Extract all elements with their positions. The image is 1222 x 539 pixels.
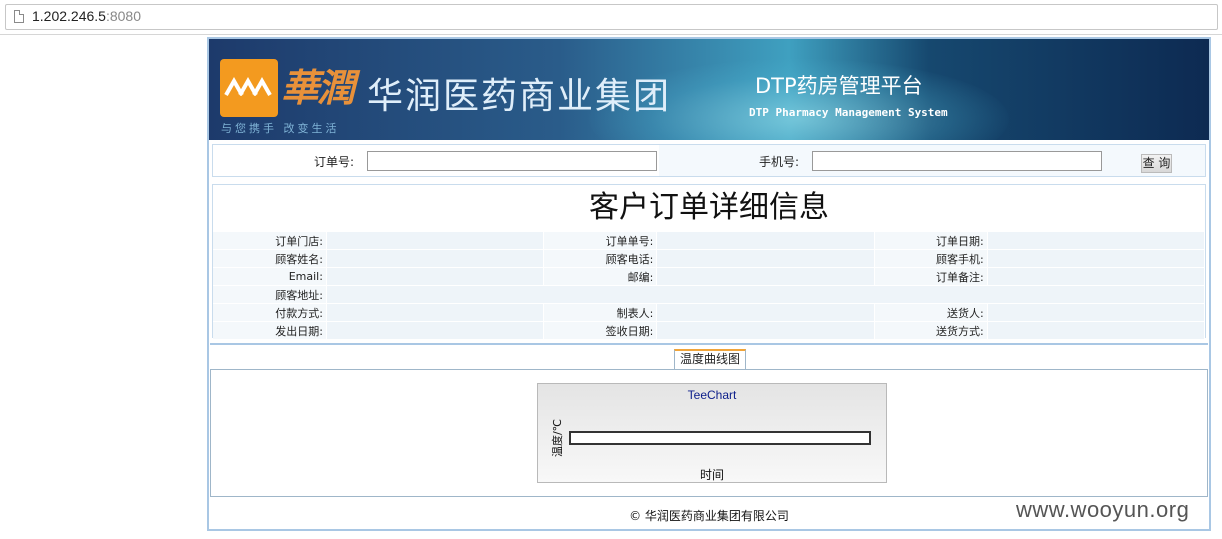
info-label: 制表人: <box>543 303 657 322</box>
info-value <box>325 285 1206 304</box>
search-bar: 订单号: 手机号: 查 询 <box>212 144 1206 177</box>
info-label: Email: <box>213 267 327 286</box>
info-value <box>986 249 1206 268</box>
info-label: 签收日期: <box>543 321 657 339</box>
query-button[interactable]: 查 询 <box>1141 154 1172 173</box>
info-value <box>325 267 545 286</box>
info-row: 顾客姓名: 顾客电话: 顾客手机: <box>213 249 1206 268</box>
info-label: 邮编: <box>543 267 657 286</box>
order-detail-panel: 客户订单详细信息 订单门店: 订单单号: 订单日期: 顾客姓名: 顾客电话: 顾客手机: E… <box>212 184 1206 339</box>
chart-x-axis-label: 时间 <box>699 468 724 482</box>
url-port: :8080 <box>105 8 142 24</box>
info-label: 顾客电话: <box>543 249 657 268</box>
info-value <box>986 267 1206 286</box>
watermark: www.wooyun.org <box>1016 497 1190 522</box>
chart-plot-area <box>569 431 871 445</box>
url-text[interactable]: 1.202.246.5:8080 <box>32 8 141 24</box>
browser-address-bar: 1.202.246.5:8080 <box>0 0 1222 35</box>
order-detail-title: 客户订单详细信息 <box>589 190 829 225</box>
info-label: 顾客姓名: <box>213 249 327 268</box>
info-row: Email: 邮编: 订单备注: <box>213 267 1206 286</box>
info-label: 顾客地址: <box>213 285 327 304</box>
info-value <box>325 231 545 250</box>
company-name: 华润医药商业集团 <box>367 76 672 117</box>
info-value <box>656 303 875 322</box>
info-value <box>986 231 1206 250</box>
logo-icon <box>220 59 278 117</box>
info-row: 付款方式: 制表人: 送货人: <box>213 303 1206 322</box>
info-row: 订单门店: 订单单号: 订单日期: <box>213 231 1206 250</box>
header-banner: 華潤 华润医药商业集团 与您携手 改变生活 DTP药房管理平台 DTP Phar… <box>209 39 1209 140</box>
info-value <box>325 321 545 339</box>
info-row: 顾客地址: <box>213 285 1206 304</box>
order-no-input[interactable] <box>367 151 657 171</box>
chart-title: TeeChart <box>687 388 737 402</box>
system-title: DTP药房管理平台 <box>755 74 923 98</box>
order-info-table: 订单门店: 订单单号: 订单日期: 顾客姓名: 顾客电话: 顾客手机: Email: 邮编: 订… <box>213 231 1206 339</box>
page-frame: 華潤 华润医药商业集团 与您携手 改变生活 DTP药房管理平台 DTP Phar… <box>207 37 1211 531</box>
info-value <box>325 249 545 268</box>
slogan: 与您携手 改变生活 <box>221 122 340 135</box>
phone-input[interactable] <box>812 151 1102 171</box>
tab-temperature-curve[interactable]: 温度曲线图 <box>674 349 746 369</box>
chart-y-axis-label-text: 温度/℃ <box>551 418 564 458</box>
info-label: 送货方式: <box>874 321 988 339</box>
section-divider <box>210 343 1208 345</box>
info-label: 订单门店: <box>213 231 327 250</box>
page-icon <box>14 10 24 23</box>
info-value <box>656 321 875 339</box>
info-value <box>986 303 1206 322</box>
info-label: 付款方式: <box>213 303 327 322</box>
order-no-label: 订单号: <box>314 155 355 169</box>
info-value <box>656 231 875 250</box>
tab-panel-temperature: TeeChart 温度/℃ 时间 <box>210 369 1208 497</box>
url-host: 1.202.246.5 <box>32 8 106 24</box>
logo-calligraphy: 華潤 <box>281 65 355 110</box>
info-label: 订单备注: <box>874 267 988 286</box>
info-label: 顾客手机: <box>874 249 988 268</box>
info-label: 订单单号: <box>543 231 657 250</box>
info-label: 发出日期: <box>213 321 327 339</box>
url-field[interactable]: 1.202.246.5:8080 <box>5 4 1218 30</box>
info-row: 发出日期: 签收日期: 送货方式: <box>213 321 1206 339</box>
info-value <box>325 303 545 322</box>
system-subtitle: DTP Pharmacy Management System <box>749 106 948 119</box>
temperature-chart: TeeChart 温度/℃ 时间 <box>537 383 887 483</box>
info-value <box>986 321 1206 339</box>
phone-label: 手机号: <box>759 155 800 169</box>
info-value <box>656 249 875 268</box>
info-label: 订单日期: <box>874 231 988 250</box>
info-value <box>656 267 875 286</box>
info-label: 送货人: <box>874 303 988 322</box>
